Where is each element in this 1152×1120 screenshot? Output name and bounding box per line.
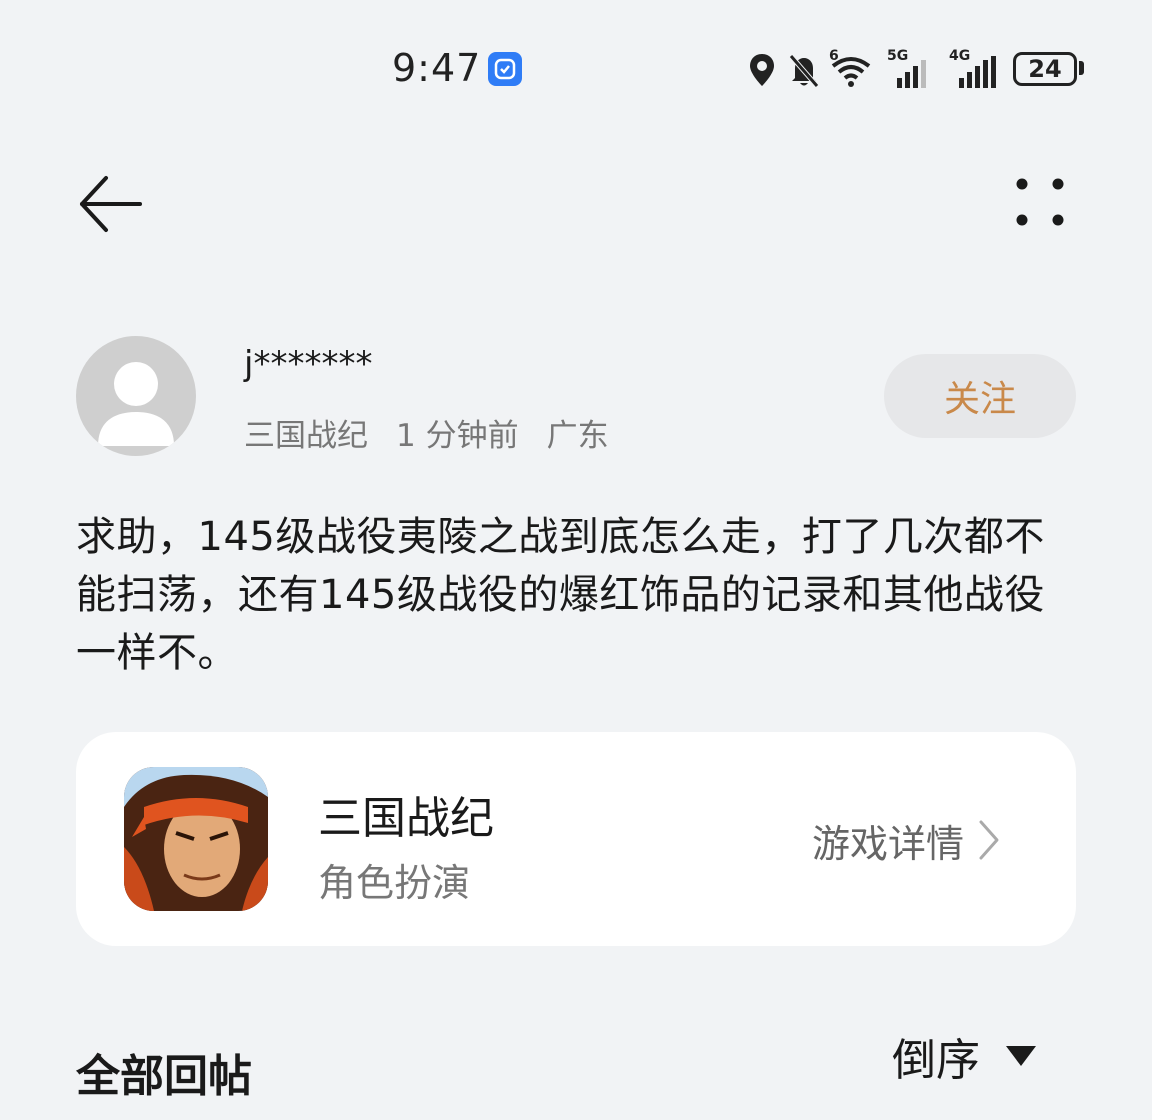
avatar[interactable] [76, 336, 196, 456]
back-button[interactable] [76, 172, 148, 236]
sort-order-dropdown[interactable]: 倒序 [892, 1026, 1038, 1086]
game-app-icon [124, 767, 268, 911]
status-time: 9:47 [392, 46, 482, 90]
game-title: 三国战纪 [318, 793, 494, 844]
post-time: 1 分钟前 [396, 418, 519, 454]
default-user-icon [98, 362, 174, 446]
game-card[interactable]: 三国战纪 角色扮演 游戏详情 [76, 732, 1076, 946]
sort-label: 倒序 [892, 1035, 980, 1086]
status-icons: 6 5G 4G 24 [745, 48, 1090, 92]
game-detail-label: 游戏详情 [812, 821, 965, 866]
location-icon [750, 54, 774, 86]
app-notification-icon [488, 52, 522, 86]
battery-nub [1079, 61, 1084, 75]
game-detail-link[interactable]: 游戏详情 [812, 812, 1000, 868]
signal-icon-2 [959, 56, 996, 88]
arrow-left-icon [80, 176, 142, 232]
follow-button[interactable]: 关注 [884, 354, 1076, 438]
more-options-button[interactable] [1004, 172, 1076, 236]
post-game-name: 三国战纪 [244, 418, 368, 454]
game-genre: 角色扮演 [318, 861, 471, 905]
more-dots-icon [1016, 178, 1064, 226]
wifi-icon [831, 57, 871, 87]
post-location: 广东 [546, 418, 609, 454]
replies-title: 全部回帖 [76, 1051, 252, 1102]
post-body: 求助，145级战役夷陵之战到底怎么走，打了几次都不能扫荡，还有145级战役的爆红… [76, 514, 1045, 676]
caret-down-icon [1006, 1046, 1036, 1066]
battery-icon: 24 [1013, 52, 1077, 86]
post-meta: 三国战纪 1 分钟前 广东 [244, 410, 609, 455]
bell-muted-icon [789, 54, 819, 88]
status-bar: 9:47 6 5G 4G 24 [0, 40, 1152, 96]
username[interactable]: j******* [244, 344, 372, 384]
signal-icon [897, 60, 926, 88]
post-detail-screen: 9:47 6 5G 4G 24 j******* 三国战纪 1 分钟前 广东 关… [0, 0, 1152, 1120]
chevron-right-icon [979, 820, 999, 860]
